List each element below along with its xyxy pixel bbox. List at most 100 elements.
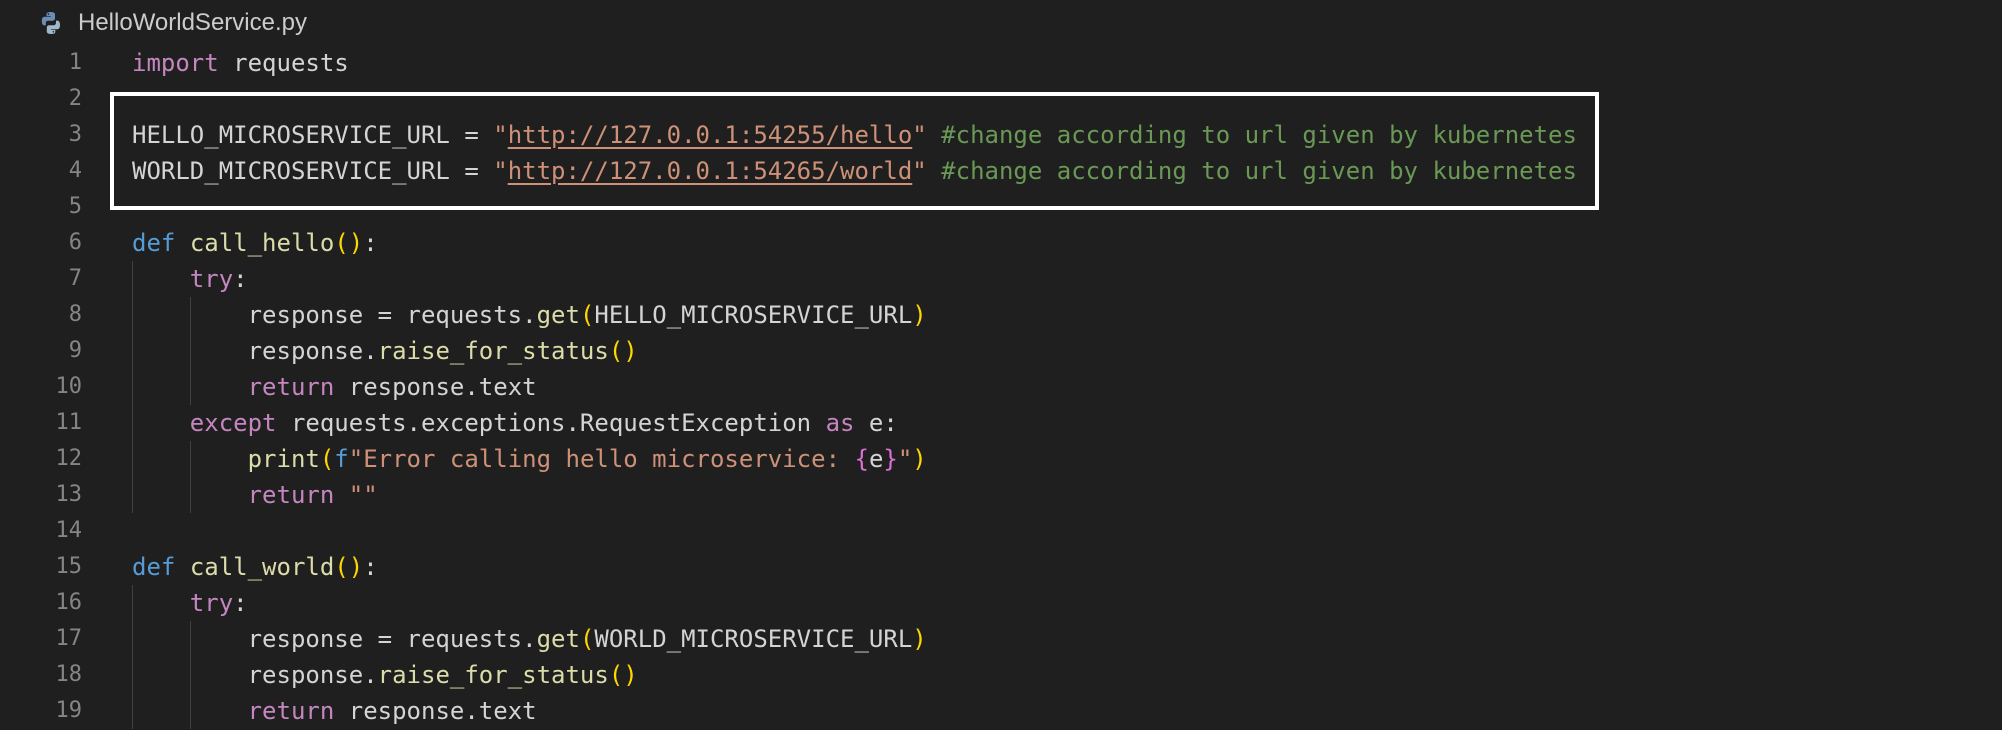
code-line[interactable]: 13 return "" bbox=[0, 477, 2002, 513]
code-token: HELLO_MICROSERVICE_URL bbox=[594, 301, 913, 329]
code-line[interactable]: 10 return response.text bbox=[0, 369, 2002, 405]
code-token: get bbox=[536, 301, 580, 329]
code-token: ) bbox=[912, 301, 927, 329]
code-text[interactable]: try: bbox=[132, 585, 248, 621]
code-line[interactable]: 15 def call_world(): bbox=[0, 549, 2002, 585]
code-text[interactable]: return response.text bbox=[132, 693, 537, 729]
code-text[interactable]: return response.text bbox=[132, 369, 537, 405]
code-line[interactable]: 6 def call_hello(): bbox=[0, 225, 2002, 261]
line-number: 4 bbox=[68, 158, 82, 183]
code-text[interactable]: def call_world(): bbox=[132, 549, 378, 585]
line-number: 13 bbox=[55, 482, 83, 507]
code-text[interactable]: response.raise_for_status() bbox=[132, 657, 638, 693]
code-token: ) bbox=[912, 625, 927, 653]
code-line[interactable]: 19 return response.text bbox=[0, 693, 2002, 729]
code-token: requests.exceptions.RequestException bbox=[276, 409, 826, 437]
code-token: def bbox=[132, 229, 176, 257]
code-token: ( bbox=[579, 625, 595, 653]
code-token: e bbox=[868, 445, 884, 473]
editor-tab[interactable]: HelloWorldService.py bbox=[38, 6, 307, 40]
code-token: : bbox=[233, 589, 248, 617]
code-token: import bbox=[132, 49, 219, 77]
code-text[interactable]: print(f"Error calling hello microservice… bbox=[132, 441, 927, 477]
code-text[interactable]: return "" bbox=[132, 477, 378, 513]
code-text[interactable]: response = requests.get(HELLO_MICROSERVI… bbox=[132, 297, 927, 333]
code-token: response = requests. bbox=[132, 301, 537, 329]
code-token: call_hello bbox=[189, 229, 335, 257]
line-number: 1 bbox=[68, 50, 82, 75]
code-token: return bbox=[247, 373, 335, 401]
code-line[interactable]: 9 response.raise_for_status() bbox=[0, 333, 2002, 369]
code-token: print bbox=[247, 445, 320, 473]
code-text[interactable]: response.raise_for_status() bbox=[132, 333, 638, 369]
code-token: ) bbox=[912, 445, 927, 473]
line-number: 15 bbox=[55, 554, 83, 579]
code-text[interactable]: response = requests.get(WORLD_MICROSERVI… bbox=[132, 621, 927, 657]
code-token: response. bbox=[132, 661, 378, 689]
code-token: "Error calling hello microservice: bbox=[348, 445, 855, 473]
line-number: 12 bbox=[55, 446, 83, 471]
python-file-icon bbox=[41, 12, 60, 34]
code-token: f bbox=[334, 445, 349, 473]
code-text[interactable]: import requests bbox=[132, 45, 349, 81]
line-number: 6 bbox=[68, 230, 82, 255]
code-token: " bbox=[897, 445, 913, 473]
indent-guide bbox=[190, 297, 191, 405]
line-number: 18 bbox=[55, 662, 83, 687]
line-number: 7 bbox=[68, 266, 82, 291]
code-token: } bbox=[883, 445, 898, 473]
indent-guide bbox=[132, 585, 133, 729]
code-token: def bbox=[132, 553, 176, 581]
code-token: "" bbox=[348, 481, 378, 509]
tab-filename[interactable]: HelloWorldService.py bbox=[78, 9, 307, 37]
code-line[interactable]: 16 try: bbox=[0, 585, 2002, 621]
code-line[interactable]: 8 response = requests.get(HELLO_MICROSER… bbox=[0, 297, 2002, 333]
highlight-box bbox=[110, 92, 1599, 210]
indent-guide bbox=[190, 621, 191, 729]
line-number: 14 bbox=[55, 518, 83, 543]
indent-guide bbox=[190, 441, 191, 513]
code-token: () bbox=[334, 229, 364, 257]
code-line[interactable]: 1 import requests bbox=[0, 45, 2002, 81]
code-token: try bbox=[189, 265, 234, 293]
line-number: 19 bbox=[55, 698, 83, 723]
code-token: : bbox=[363, 553, 378, 581]
line-number: 9 bbox=[68, 338, 82, 363]
code-token: raise_for_status bbox=[377, 337, 609, 365]
code-token: : bbox=[233, 265, 248, 293]
code-token: () bbox=[608, 337, 638, 365]
code-token: except bbox=[189, 409, 277, 437]
code-token: { bbox=[854, 445, 869, 473]
line-number: 11 bbox=[55, 410, 83, 435]
code-line[interactable]: 12 print(f"Error calling hello microserv… bbox=[0, 441, 2002, 477]
code-token: response = requests. bbox=[132, 625, 537, 653]
line-number: 17 bbox=[55, 626, 83, 651]
code-line[interactable]: 7 try: bbox=[0, 261, 2002, 297]
line-number: 16 bbox=[55, 590, 83, 615]
code-token: () bbox=[334, 553, 364, 581]
code-token: : bbox=[363, 229, 378, 257]
line-number: 3 bbox=[68, 122, 82, 147]
code-token: response. bbox=[132, 337, 378, 365]
indent-guide bbox=[132, 261, 133, 513]
code-text[interactable]: except requests.exceptions.RequestExcept… bbox=[132, 405, 898, 441]
code-line[interactable]: 11 except requests.exceptions.RequestExc… bbox=[0, 405, 2002, 441]
line-number: 10 bbox=[55, 374, 83, 399]
code-line[interactable]: 17 response = requests.get(WORLD_MICROSE… bbox=[0, 621, 2002, 657]
code-token: response.text bbox=[334, 697, 537, 725]
code-line[interactable]: 14 bbox=[0, 513, 2002, 549]
code-token: requests bbox=[218, 49, 349, 77]
code-text[interactable]: def call_hello(): bbox=[132, 225, 378, 261]
code-token: try bbox=[189, 589, 234, 617]
code-line[interactable]: 18 response.raise_for_status() bbox=[0, 657, 2002, 693]
code-text[interactable]: try: bbox=[132, 261, 248, 297]
code-token: call_world bbox=[189, 553, 335, 581]
code-token: as bbox=[825, 409, 855, 437]
line-number: 5 bbox=[68, 194, 82, 219]
code-token: e: bbox=[854, 409, 898, 437]
